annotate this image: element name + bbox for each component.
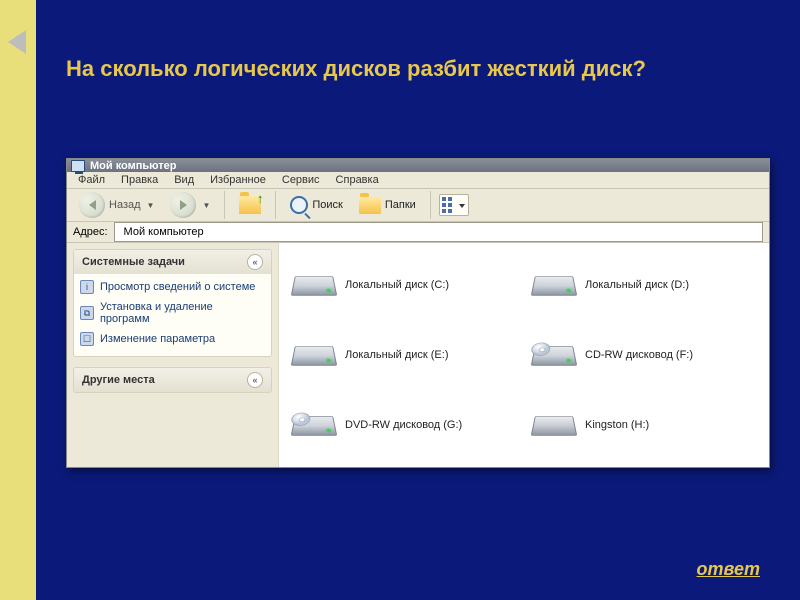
drive-label: Локальный диск (E:) [345,349,449,361]
search-button[interactable]: Поиск [284,193,348,217]
addressbar: Адрес: Мой компьютер [67,222,769,243]
hard-drive-icon [291,276,337,296]
tasks-sidebar: Системные задачи « i Просмотр сведений о… [67,243,279,467]
menu-view[interactable]: Вид [167,172,201,188]
other-places-header[interactable]: Другие места « [74,368,271,392]
slide: На сколько логических дисков разбит жест… [36,0,800,600]
separator [224,191,225,219]
drive-label: Kingston (H:) [585,419,649,431]
back-icon [79,192,105,218]
up-button[interactable]: ↑ [233,193,267,217]
window-title: Мой компьютер [90,160,177,172]
chevron-up-icon: « [247,372,263,388]
forward-button[interactable]: ▼ [164,189,216,221]
folder-up-icon: ↑ [239,196,261,214]
folders-button[interactable]: Папки [353,194,422,217]
menu-tools[interactable]: Сервис [275,172,327,188]
chevron-up-icon: « [247,254,263,270]
separator [430,191,431,219]
slide-question: На сколько логических дисков разбит жест… [66,54,666,84]
task-system-info[interactable]: i Просмотр сведений о системе [80,278,265,296]
menubar: Файл Правка Вид Избранное Сервис Справка [67,172,769,189]
task-add-remove-programs[interactable]: ⧉ Установка и удаление программ [80,299,265,327]
separator [275,191,276,219]
menu-help[interactable]: Справка [329,172,386,188]
window-titlebar: Мой компьютер [67,159,769,172]
drives-grid: Локальный диск (C:) Локальный диск (D:) Ло… [279,243,769,467]
settings-icon: ☐ [80,332,94,346]
info-icon: i [80,280,94,294]
address-input[interactable]: Мой компьютер [114,222,763,242]
system-tasks-panel: Системные задачи « i Просмотр сведений о… [73,249,272,357]
optical-drive-icon [291,416,337,436]
drive-item[interactable]: CD-RW дисковод (F:) [533,323,755,387]
forward-icon [170,192,196,218]
content-area: Системные задачи « i Просмотр сведений о… [67,243,769,467]
views-button[interactable] [439,194,469,216]
menu-edit[interactable]: Правка [114,172,165,188]
prev-slide-button[interactable] [8,30,26,54]
drive-label: DVD-RW дисковод (G:) [345,419,462,431]
system-tasks-body: i Просмотр сведений о системе ⧉ Установк… [74,274,271,356]
chevron-down-icon: ▼ [202,201,210,210]
menu-favorites[interactable]: Избранное [203,172,273,188]
drive-item[interactable]: DVD-RW дисковод (G:) [293,393,515,457]
address-label: Адрес: [73,226,108,238]
other-places-panel: Другие места « [73,367,272,393]
menu-file[interactable]: Файл [71,172,112,188]
toolbar: Назад ▼ ▼ ↑ Поиск Папки [67,189,769,222]
folder-icon [359,197,381,214]
drive-item[interactable]: Локальный диск (C:) [293,253,515,317]
system-tasks-header[interactable]: Системные задачи « [74,250,271,274]
hard-drive-icon [531,276,577,296]
back-button[interactable]: Назад ▼ [73,189,160,221]
drive-item[interactable]: Локальный диск (E:) [293,323,515,387]
drive-item[interactable]: Локальный диск (D:) [533,253,755,317]
hard-drive-icon [291,346,337,366]
address-value: Мой компьютер [124,226,204,238]
programs-icon: ⧉ [80,306,94,320]
search-icon [290,196,308,214]
optical-drive-icon [531,346,577,366]
computer-icon [71,160,85,172]
removable-drive-icon [531,416,577,436]
chevron-down-icon: ▼ [147,201,155,210]
drive-label: Локальный диск (D:) [585,279,689,291]
answer-link[interactable]: ответ [697,559,760,580]
task-change-setting[interactable]: ☐ Изменение параметра [80,330,265,348]
drive-item[interactable]: Kingston (H:) [533,393,755,457]
explorer-window: Мой компьютер Файл Правка Вид Избранное … [66,158,770,468]
drive-label: Локальный диск (C:) [345,279,449,291]
slide-accent-stripe [0,0,36,600]
drive-label: CD-RW дисковод (F:) [585,349,693,361]
